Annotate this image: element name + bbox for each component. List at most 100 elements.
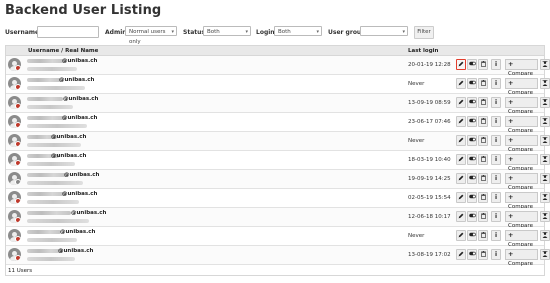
switch-user-button[interactable] (540, 97, 550, 108)
edit-button[interactable] (456, 249, 466, 260)
switch-user-button[interactable] (540, 116, 550, 127)
username-email[interactable]: @unibas.ch (62, 115, 97, 121)
delete-button[interactable] (478, 135, 488, 146)
username-redacted[interactable] (27, 230, 61, 234)
switch-user-button[interactable] (540, 192, 550, 203)
username-email[interactable]: @unibas.ch (71, 210, 106, 216)
toggle-button[interactable] (467, 135, 477, 146)
toggle-button[interactable] (467, 78, 477, 89)
username-email[interactable]: @unibas.ch (58, 248, 93, 254)
switch-user-button[interactable] (540, 78, 550, 89)
toggle-button[interactable] (467, 192, 477, 203)
username-redacted[interactable] (27, 78, 61, 82)
username-email[interactable]: @unibas.ch (62, 191, 97, 197)
compare-button[interactable]: + Compare (505, 173, 538, 191)
edit-button[interactable] (456, 78, 466, 89)
switch-user-button[interactable] (540, 249, 550, 260)
username-redacted[interactable] (27, 211, 71, 215)
username-redacted[interactable] (27, 59, 65, 63)
status-select[interactable]: Both ▾ (203, 26, 251, 36)
compare-button[interactable]: + Compare (505, 249, 538, 267)
compare-button[interactable]: + Compare (505, 154, 538, 172)
user-avatar-icon[interactable] (8, 248, 21, 261)
username-email[interactable]: @unibas.ch (59, 77, 94, 83)
switch-user-button[interactable] (540, 173, 550, 184)
switch-user-button[interactable] (540, 154, 550, 165)
username-email[interactable]: @unibas.ch (63, 96, 98, 102)
compare-button[interactable]: + Compare (505, 97, 538, 115)
column-header-username[interactable]: Username / Real Name (28, 48, 98, 54)
edit-button[interactable] (456, 173, 466, 184)
edit-button[interactable] (456, 230, 466, 241)
user-avatar-icon[interactable] (8, 172, 21, 185)
toggle-button[interactable] (467, 230, 477, 241)
user-avatar-icon[interactable] (8, 210, 21, 223)
toggle-button[interactable] (467, 154, 477, 165)
delete-button[interactable] (478, 116, 488, 127)
edit-button[interactable] (456, 211, 466, 222)
username-redacted[interactable] (27, 116, 65, 120)
compare-button[interactable]: + Compare (505, 211, 538, 229)
toggle-button[interactable] (467, 211, 477, 222)
username-email[interactable]: @unibas.ch (62, 58, 97, 64)
username-email[interactable]: @unibas.ch (51, 153, 86, 159)
info-button[interactable]: i (491, 97, 501, 108)
compare-button[interactable]: + Compare (505, 116, 538, 134)
info-button[interactable]: i (491, 116, 501, 127)
edit-button[interactable] (456, 116, 466, 127)
delete-button[interactable] (478, 154, 488, 165)
compare-button[interactable]: + Compare (505, 135, 538, 153)
info-button[interactable]: i (491, 192, 501, 203)
username-redacted[interactable] (27, 173, 67, 177)
filter-button[interactable]: Filter (414, 26, 434, 39)
toggle-button[interactable] (467, 173, 477, 184)
user-avatar-icon[interactable] (8, 134, 21, 147)
username-email[interactable]: @unibas.ch (64, 172, 99, 178)
edit-button[interactable] (456, 192, 466, 203)
delete-button[interactable] (478, 97, 488, 108)
delete-button[interactable] (478, 78, 488, 89)
edit-button[interactable] (456, 97, 466, 108)
username-redacted[interactable] (27, 97, 63, 101)
user-avatar-icon[interactable] (8, 96, 21, 109)
user-avatar-icon[interactable] (8, 229, 21, 242)
info-button[interactable]: i (491, 135, 501, 146)
username-email[interactable]: @unibas.ch (51, 134, 86, 140)
edit-button[interactable] (456, 59, 466, 70)
username-email[interactable]: @unibas.ch (60, 229, 95, 235)
switch-user-button[interactable] (540, 59, 550, 70)
switch-user-button[interactable] (540, 211, 550, 222)
edit-button[interactable] (456, 154, 466, 165)
switch-user-button[interactable] (540, 135, 550, 146)
admin-select[interactable]: Normal users only ▾ (125, 26, 177, 45)
delete-button[interactable] (478, 192, 488, 203)
username-redacted[interactable] (27, 192, 65, 196)
info-button[interactable]: i (491, 211, 501, 222)
info-button[interactable]: i (491, 173, 501, 184)
column-header-last-login[interactable]: Last login (408, 48, 438, 54)
username-input[interactable] (37, 26, 99, 38)
user-avatar-icon[interactable] (8, 77, 21, 90)
usergroup-select[interactable]: ▾ (360, 26, 408, 36)
toggle-button[interactable] (467, 59, 477, 70)
delete-button[interactable] (478, 211, 488, 222)
compare-button[interactable]: + Compare (505, 230, 538, 248)
compare-button[interactable]: + Compare (505, 192, 538, 210)
user-avatar-icon[interactable] (8, 58, 21, 71)
info-button[interactable]: i (491, 78, 501, 89)
delete-button[interactable] (478, 249, 488, 260)
delete-button[interactable] (478, 59, 488, 70)
toggle-button[interactable] (467, 97, 477, 108)
info-button[interactable]: i (491, 230, 501, 241)
toggle-button[interactable] (467, 249, 477, 260)
user-avatar-icon[interactable] (8, 191, 21, 204)
compare-button[interactable]: + Compare (505, 78, 538, 96)
toggle-button[interactable] (467, 116, 477, 127)
info-button[interactable]: i (491, 59, 501, 70)
switch-user-button[interactable] (540, 230, 550, 241)
delete-button[interactable] (478, 173, 488, 184)
info-button[interactable]: i (491, 154, 501, 165)
login-select[interactable]: Both ▾ (274, 26, 322, 36)
delete-button[interactable] (478, 230, 488, 241)
compare-button[interactable]: + Compare (505, 59, 538, 77)
